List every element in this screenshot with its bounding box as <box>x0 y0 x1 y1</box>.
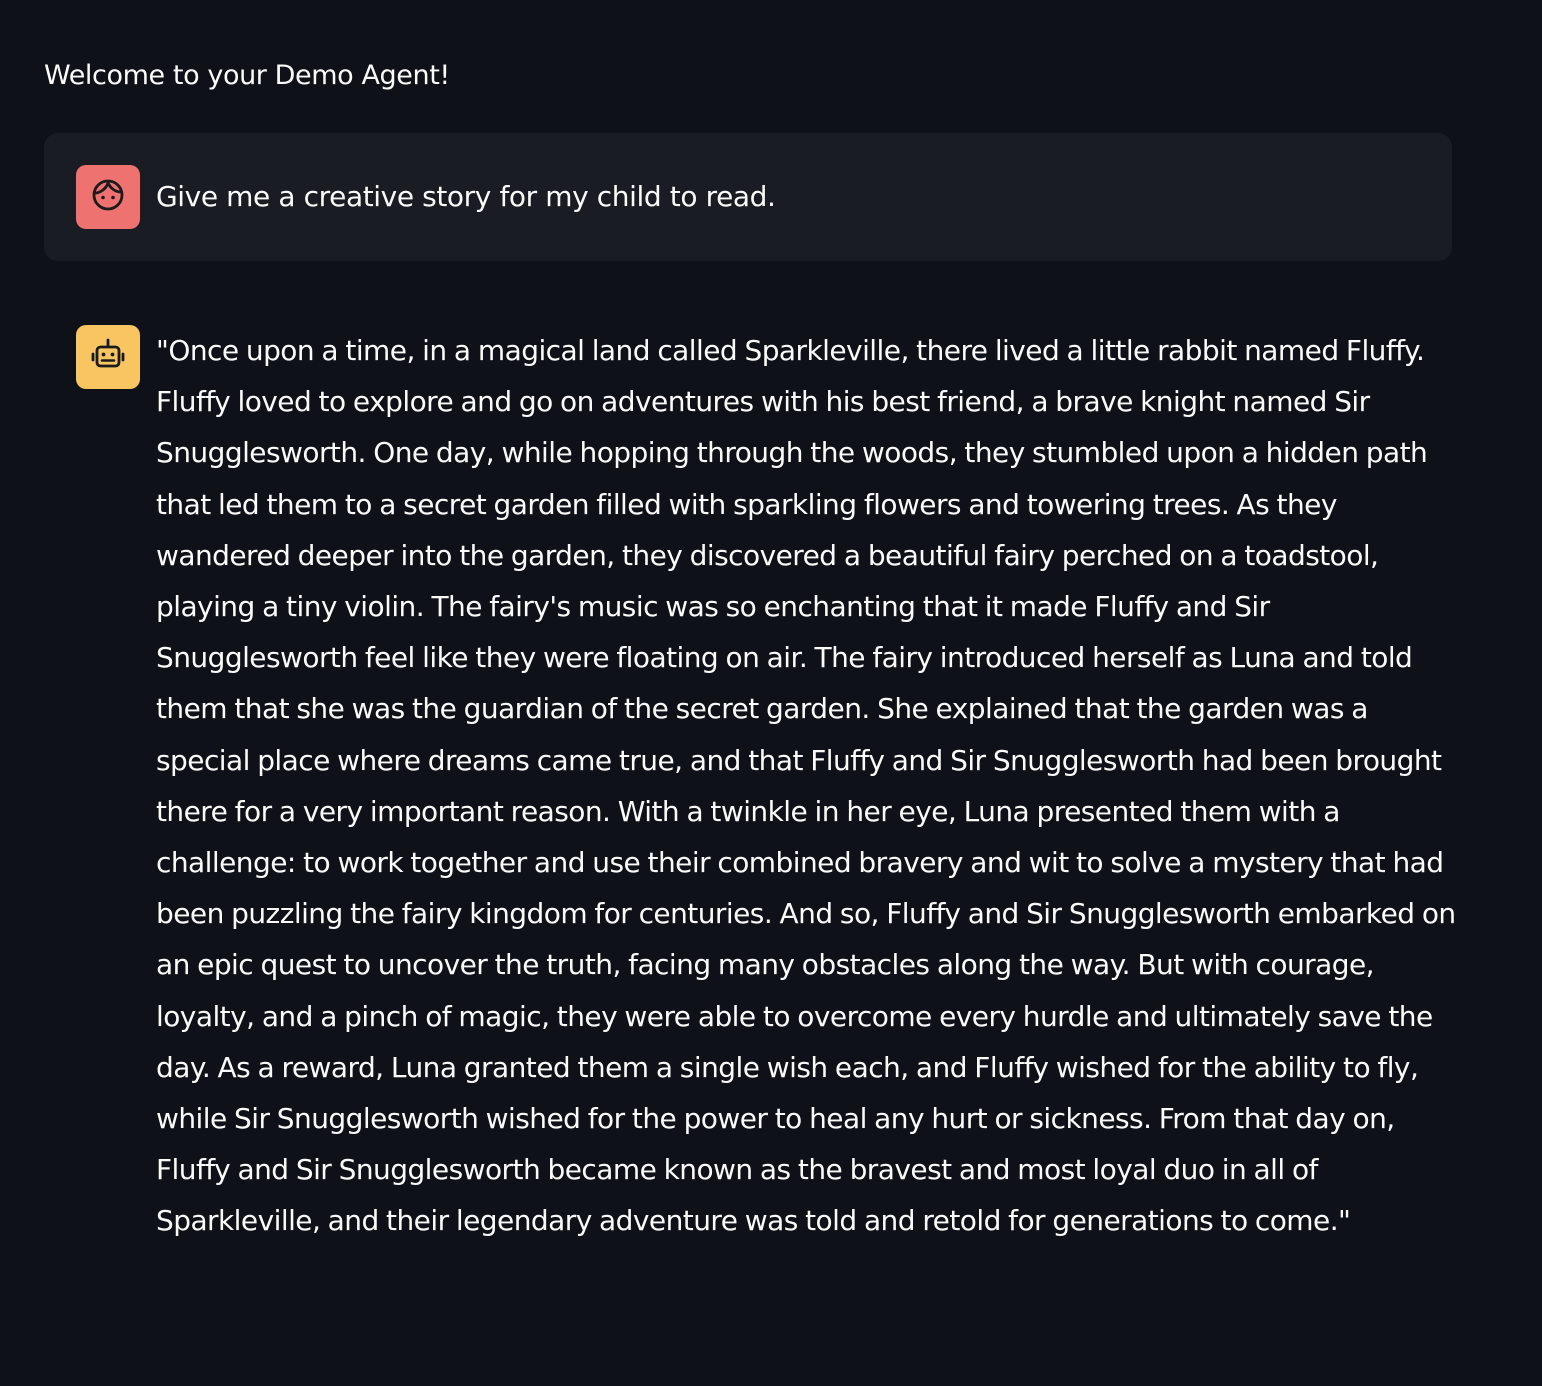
user-face-icon <box>89 176 127 218</box>
welcome-message: Welcome to your Demo Agent! <box>44 60 450 91</box>
user-message-text: Give me a creative story for my child to… <box>156 180 776 213</box>
chat-page: { "header": { "welcome": "Welcome to you… <box>0 0 1542 1386</box>
user-message: Give me a creative story for my child to… <box>44 133 1452 261</box>
assistant-avatar <box>76 325 140 389</box>
assistant-message-text: "Once upon a time, in a magical land cal… <box>156 334 1456 1238</box>
user-avatar <box>76 165 140 229</box>
robot-icon <box>89 336 127 378</box>
